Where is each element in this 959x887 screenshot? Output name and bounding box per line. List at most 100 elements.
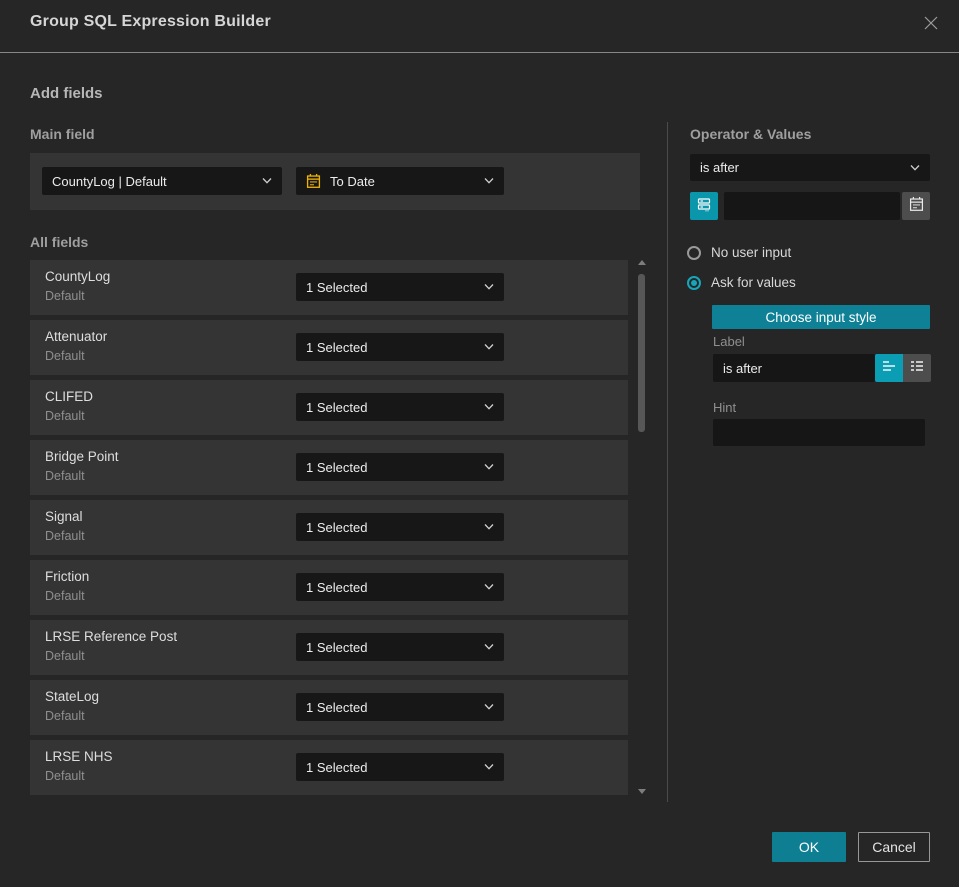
chevron-down-icon — [262, 178, 272, 184]
date-picker-button[interactable] — [902, 192, 930, 220]
field-subtitle: Default — [45, 769, 85, 783]
main-field-panel: CountyLog | Default To Date — [30, 153, 640, 210]
field-name: StateLog — [45, 689, 100, 704]
radio-ask-for-values[interactable]: Ask for values — [687, 275, 796, 290]
field-subtitle: Default — [45, 409, 85, 423]
field-subtitle: Default — [45, 349, 85, 363]
chevron-down-icon — [484, 704, 494, 710]
field-row: CLIFED Default 1 Selected — [30, 380, 628, 435]
calendar-icon — [306, 173, 321, 189]
field-row: StateLog Default 1 Selected — [30, 680, 628, 735]
cancel-button[interactable]: Cancel — [858, 832, 930, 862]
field-name: Attenuator — [45, 329, 108, 344]
field-subtitle: Default — [45, 289, 85, 303]
operator-select-value: is after — [700, 160, 740, 175]
main-field-select-value: CountyLog | Default — [52, 173, 167, 189]
field-selection-dropdown[interactable]: 1 Selected — [296, 753, 504, 781]
field-name: CountyLog — [45, 269, 111, 284]
group-sql-expression-builder-dialog: Group SQL Expression Builder Add fields … — [0, 0, 959, 887]
field-subtitle: Default — [45, 589, 85, 603]
chevron-down-icon — [484, 464, 494, 470]
chevron-down-icon — [484, 178, 494, 184]
field-selection-dropdown[interactable]: 1 Selected — [296, 633, 504, 661]
hint-input[interactable] — [713, 419, 925, 446]
calendar-icon — [909, 196, 924, 217]
list-icon — [910, 359, 924, 377]
field-selection-dropdown[interactable]: 1 Selected — [296, 333, 504, 361]
field-subtitle: Default — [45, 469, 85, 483]
all-fields-label: All fields — [30, 234, 89, 250]
field-selection-value: 1 Selected — [306, 519, 368, 535]
field-subtitle: Default — [45, 709, 85, 723]
field-row: Signal Default 1 Selected — [30, 500, 628, 555]
scrollbar-thumb[interactable] — [638, 274, 645, 432]
field-selection-dropdown[interactable]: 1 Selected — [296, 573, 504, 601]
chevron-down-icon — [484, 344, 494, 350]
field-selection-dropdown[interactable]: 1 Selected — [296, 513, 504, 541]
field-name: Friction — [45, 569, 90, 584]
unique-values-button[interactable] — [690, 192, 718, 220]
single-input-style-button[interactable] — [875, 354, 903, 382]
field-selection-dropdown[interactable]: 1 Selected — [296, 453, 504, 481]
field-selection-value: 1 Selected — [306, 759, 368, 775]
label-caption: Label — [713, 334, 745, 349]
field-selection-dropdown[interactable]: 1 Selected — [296, 393, 504, 421]
field-subtitle: Default — [45, 649, 85, 663]
title-divider — [0, 52, 959, 53]
radio-unselected-icon — [687, 245, 701, 260]
field-row: Friction Default 1 Selected — [30, 560, 628, 615]
field-name: LRSE Reference Post — [45, 629, 178, 644]
panel-divider — [667, 122, 668, 802]
field-selection-value: 1 Selected — [306, 339, 368, 355]
field-selection-value: 1 Selected — [306, 459, 368, 475]
chevron-down-icon — [484, 764, 494, 770]
list-scrollbar[interactable] — [636, 256, 648, 798]
field-name: Bridge Point — [45, 449, 119, 464]
field-subtitle: Default — [45, 529, 85, 543]
add-fields-heading: Add fields — [30, 85, 103, 102]
choose-input-style-button[interactable]: Choose input style — [712, 305, 930, 329]
field-selection-dropdown[interactable]: 1 Selected — [296, 273, 504, 301]
all-fields-list: CountyLog Default 1 Selected Attenuator … — [30, 260, 628, 800]
field-name: Signal — [45, 509, 83, 524]
chevron-down-icon — [910, 164, 920, 171]
close-icon — [923, 15, 939, 36]
chevron-down-icon — [484, 644, 494, 650]
main-field-label: Main field — [30, 126, 95, 142]
operator-select[interactable]: is after — [690, 154, 930, 181]
ok-button[interactable]: OK — [772, 832, 846, 862]
field-row: CountyLog Default 1 Selected — [30, 260, 628, 315]
field-selection-value: 1 Selected — [306, 579, 368, 595]
field-selection-value: 1 Selected — [306, 399, 368, 415]
main-field-select[interactable]: CountyLog | Default — [42, 167, 282, 195]
label-input[interactable] — [713, 354, 875, 382]
field-row: Attenuator Default 1 Selected — [30, 320, 628, 375]
radio-selected-icon — [687, 275, 701, 290]
date-type-select[interactable]: To Date — [296, 167, 504, 195]
date-type-select-value: To Date — [330, 173, 375, 189]
chevron-down-icon — [484, 404, 494, 410]
align-left-icon — [882, 359, 896, 377]
field-row: LRSE NHS Default 1 Selected — [30, 740, 628, 795]
list-input-style-button[interactable] — [903, 354, 931, 382]
field-selection-value: 1 Selected — [306, 699, 368, 715]
field-row: LRSE Reference Post Default 1 Selected — [30, 620, 628, 675]
operator-values-heading: Operator & Values — [690, 126, 812, 142]
chevron-down-icon — [484, 284, 494, 290]
radio-label: Ask for values — [711, 275, 796, 290]
field-name: LRSE NHS — [45, 749, 113, 764]
radio-no-user-input[interactable]: No user input — [687, 245, 791, 260]
dialog-title: Group SQL Expression Builder — [30, 13, 271, 30]
stacked-rows-icon — [696, 196, 712, 217]
chevron-down-icon — [484, 584, 494, 590]
chevron-down-icon — [484, 524, 494, 530]
scroll-down-arrow-icon[interactable] — [638, 789, 646, 794]
radio-label: No user input — [711, 245, 792, 260]
field-row: Bridge Point Default 1 Selected — [30, 440, 628, 495]
value-input[interactable] — [724, 192, 900, 220]
field-selection-value: 1 Selected — [306, 279, 368, 295]
field-name: CLIFED — [45, 389, 94, 404]
close-button[interactable] — [919, 13, 943, 37]
scroll-up-arrow-icon[interactable] — [638, 260, 646, 265]
field-selection-dropdown[interactable]: 1 Selected — [296, 693, 504, 721]
